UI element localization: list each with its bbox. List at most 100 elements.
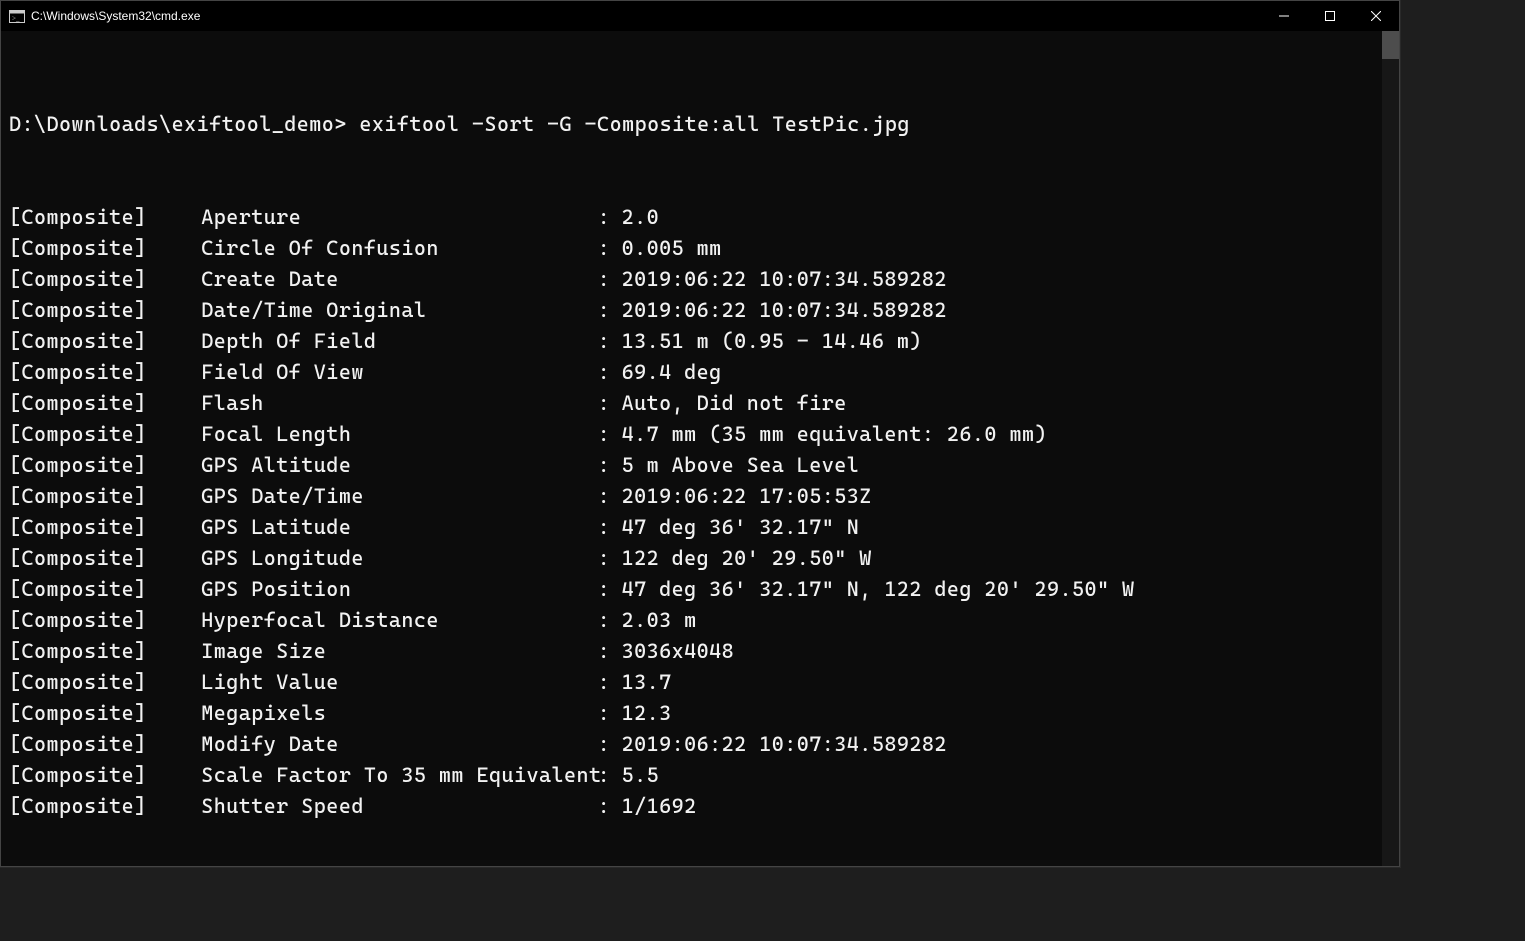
prompt-line: D:\Downloads\exiftool_demo> exiftool -So… bbox=[9, 109, 1391, 140]
output-row: [Composite]Scale Factor To 35 mm Equival… bbox=[9, 760, 1391, 791]
separator: : bbox=[598, 357, 622, 388]
separator: : bbox=[598, 481, 622, 512]
titlebar-controls bbox=[1261, 1, 1399, 31]
label-column: Focal Length bbox=[201, 419, 597, 450]
value-column: 122 deg 20' 29.50" W bbox=[622, 543, 872, 574]
window-title: C:\Windows\System32\cmd.exe bbox=[31, 1, 200, 31]
label-column: Hyperfocal Distance bbox=[201, 605, 597, 636]
value-column: 4.7 mm (35 mm equivalent: 26.0 mm) bbox=[622, 419, 1047, 450]
group-column: [Composite] bbox=[9, 667, 201, 698]
output-row: [Composite]Date/Time Original: 2019:06:2… bbox=[9, 295, 1391, 326]
value-column: 0.005 mm bbox=[622, 233, 722, 264]
label-column: Megapixels bbox=[201, 698, 597, 729]
group-column: [Composite] bbox=[9, 326, 201, 357]
separator: : bbox=[598, 636, 622, 667]
output-row: [Composite]Shutter Speed: 1/1692 bbox=[9, 791, 1391, 822]
value-column: 5.5 bbox=[622, 760, 660, 791]
separator: : bbox=[598, 264, 622, 295]
value-column: 2.03 m bbox=[622, 605, 697, 636]
value-column: 2019:06:22 10:07:34.589282 bbox=[622, 295, 947, 326]
terminal-viewport[interactable]: D:\Downloads\exiftool_demo> exiftool -So… bbox=[1, 31, 1399, 866]
separator: : bbox=[598, 543, 622, 574]
label-column: Aperture bbox=[201, 202, 597, 233]
group-column: [Composite] bbox=[9, 636, 201, 667]
titlebar[interactable]: >_ C:\Windows\System32\cmd.exe bbox=[1, 1, 1399, 31]
separator: : bbox=[598, 326, 622, 357]
cmd-icon: >_ bbox=[9, 9, 25, 23]
separator: : bbox=[598, 605, 622, 636]
group-column: [Composite] bbox=[9, 419, 201, 450]
separator: : bbox=[598, 760, 622, 791]
label-column: GPS Latitude bbox=[201, 512, 597, 543]
group-column: [Composite] bbox=[9, 202, 201, 233]
value-column: 2019:06:22 10:07:34.589282 bbox=[622, 729, 947, 760]
value-column: 12.3 bbox=[622, 698, 672, 729]
value-column: 2.0 bbox=[622, 202, 660, 233]
separator: : bbox=[598, 667, 622, 698]
value-column: Auto, Did not fire bbox=[622, 388, 847, 419]
prompt-path: D:\Downloads\exiftool_demo> bbox=[9, 109, 359, 140]
output-row: [Composite]Aperture: 2.0 bbox=[9, 202, 1391, 233]
separator: : bbox=[598, 512, 622, 543]
label-column: Create Date bbox=[201, 264, 597, 295]
label-column: Depth Of Field bbox=[201, 326, 597, 357]
group-column: [Composite] bbox=[9, 543, 201, 574]
close-button[interactable] bbox=[1353, 1, 1399, 31]
label-column: Light Value bbox=[201, 667, 597, 698]
output-row: [Composite]GPS Latitude: 47 deg 36' 32.1… bbox=[9, 512, 1391, 543]
output-row: [Composite]Create Date: 2019:06:22 10:07… bbox=[9, 264, 1391, 295]
terminal-output: D:\Downloads\exiftool_demo> exiftool -So… bbox=[1, 31, 1399, 866]
separator: : bbox=[598, 233, 622, 264]
value-column: 3036x4048 bbox=[622, 636, 735, 667]
separator: : bbox=[598, 791, 622, 822]
group-column: [Composite] bbox=[9, 729, 201, 760]
label-column: Modify Date bbox=[201, 729, 597, 760]
minimize-button[interactable] bbox=[1261, 1, 1307, 31]
label-column: Date/Time Original bbox=[201, 295, 597, 326]
group-column: [Composite] bbox=[9, 481, 201, 512]
group-column: [Composite] bbox=[9, 605, 201, 636]
value-column: 1/1692 bbox=[622, 791, 697, 822]
label-column: Flash bbox=[201, 388, 597, 419]
value-column: 47 deg 36' 32.17" N bbox=[622, 512, 860, 543]
separator: : bbox=[598, 729, 622, 760]
output-row: [Composite]Focal Length: 4.7 mm (35 mm e… bbox=[9, 419, 1391, 450]
label-column: Circle Of Confusion bbox=[201, 233, 597, 264]
separator: : bbox=[598, 574, 622, 605]
label-column: Shutter Speed bbox=[201, 791, 597, 822]
scrollbar-track[interactable] bbox=[1382, 31, 1399, 866]
output-row: [Composite]Depth Of Field: 13.51 m (0.95… bbox=[9, 326, 1391, 357]
separator: : bbox=[598, 450, 622, 481]
output-row: [Composite]Flash: Auto, Did not fire bbox=[9, 388, 1391, 419]
group-column: [Composite] bbox=[9, 357, 201, 388]
output-row: [Composite]Modify Date: 2019:06:22 10:07… bbox=[9, 729, 1391, 760]
titlebar-left: >_ C:\Windows\System32\cmd.exe bbox=[1, 1, 200, 31]
output-row: [Composite]Field Of View: 69.4 deg bbox=[9, 357, 1391, 388]
label-column: Scale Factor To 35 mm Equivalent bbox=[201, 760, 597, 791]
separator: : bbox=[598, 698, 622, 729]
command-text: exiftool -Sort -G -Composite:all TestPic… bbox=[359, 109, 910, 140]
output-row: [Composite]Hyperfocal Distance: 2.03 m bbox=[9, 605, 1391, 636]
output-row: [Composite]Megapixels: 12.3 bbox=[9, 698, 1391, 729]
group-column: [Composite] bbox=[9, 450, 201, 481]
output-row: [Composite]GPS Altitude: 5 m Above Sea L… bbox=[9, 450, 1391, 481]
separator: : bbox=[598, 388, 622, 419]
group-column: [Composite] bbox=[9, 698, 201, 729]
output-row: [Composite]GPS Longitude: 122 deg 20' 29… bbox=[9, 543, 1391, 574]
output-row: [Composite]Light Value: 13.7 bbox=[9, 667, 1391, 698]
label-column: GPS Altitude bbox=[201, 450, 597, 481]
separator: : bbox=[598, 295, 622, 326]
value-column: 2019:06:22 17:05:53Z bbox=[622, 481, 872, 512]
output-row: [Composite]Image Size: 3036x4048 bbox=[9, 636, 1391, 667]
value-column: 13.51 m (0.95 - 14.46 m) bbox=[622, 326, 922, 357]
maximize-button[interactable] bbox=[1307, 1, 1353, 31]
group-column: [Composite] bbox=[9, 295, 201, 326]
group-column: [Composite] bbox=[9, 791, 201, 822]
group-column: [Composite] bbox=[9, 264, 201, 295]
label-column: Image Size bbox=[201, 636, 597, 667]
group-column: [Composite] bbox=[9, 574, 201, 605]
svg-text:>_: >_ bbox=[12, 14, 20, 22]
value-column: 69.4 deg bbox=[622, 357, 722, 388]
group-column: [Composite] bbox=[9, 233, 201, 264]
scrollbar-thumb[interactable] bbox=[1382, 31, 1399, 59]
